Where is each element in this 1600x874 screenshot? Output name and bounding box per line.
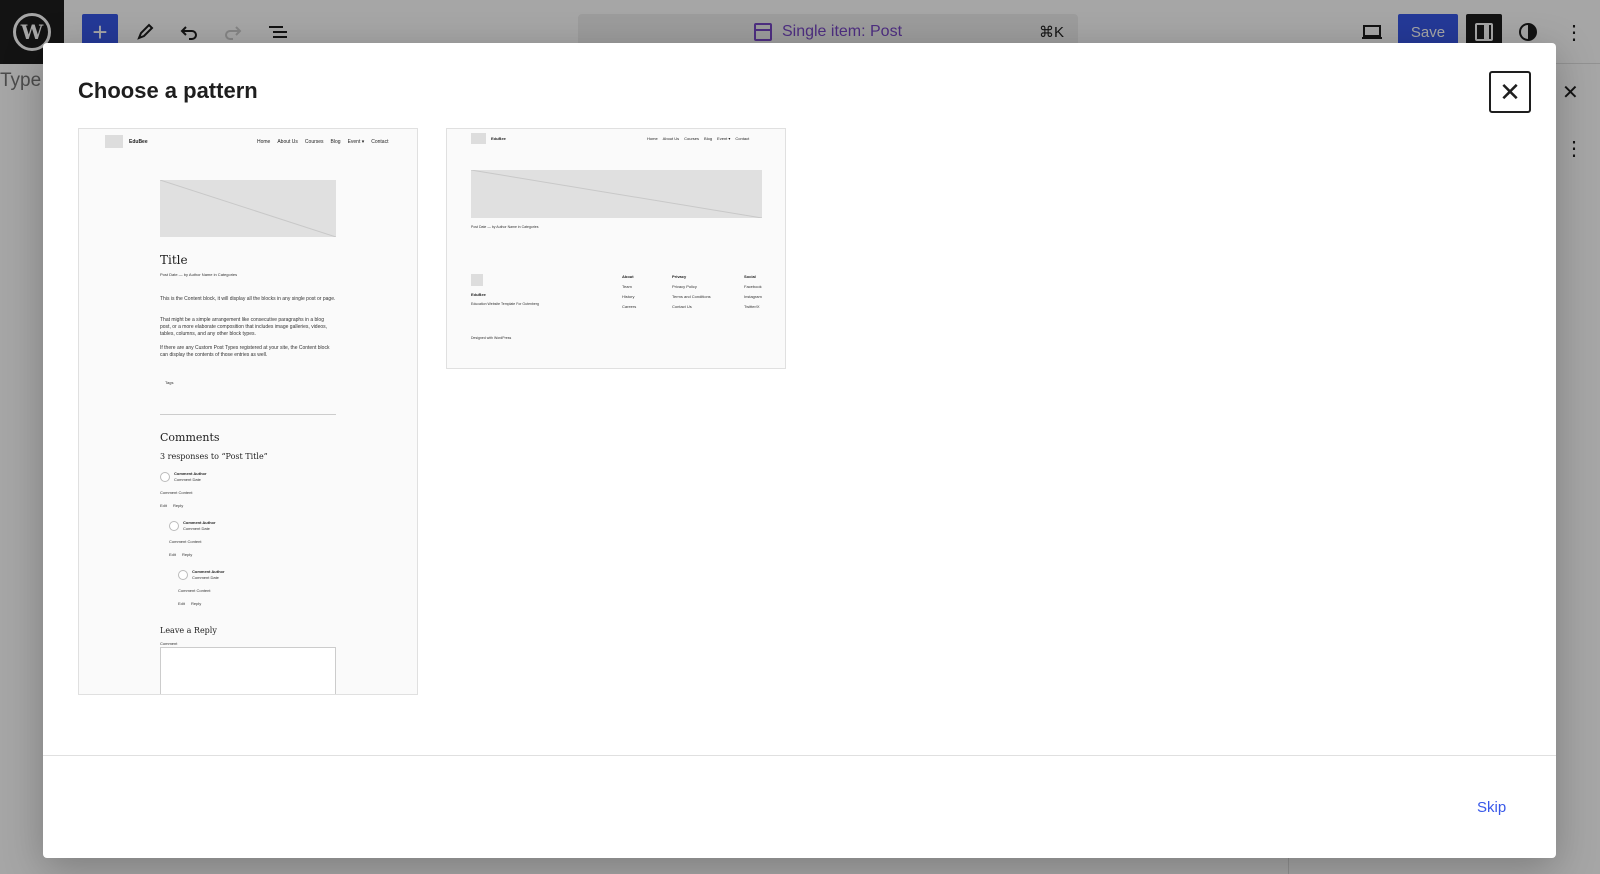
site-title: EduBee xyxy=(491,136,506,141)
modal-title: Choose a pattern xyxy=(78,78,258,103)
footer-column-heading: Social xyxy=(744,274,756,279)
content-paragraph: If there are any Custom Post Types regis… xyxy=(160,345,330,358)
comment-reply-link: Reply xyxy=(173,503,184,508)
comment-date: Comment Date xyxy=(183,526,210,531)
featured-image-placeholder xyxy=(160,180,336,237)
nav-item: About Us xyxy=(277,139,298,145)
avatar xyxy=(160,472,170,482)
close-icon: ✕ xyxy=(1499,76,1521,107)
leave-reply-heading: Leave a Reply xyxy=(160,626,217,635)
footer-link: Twitter/X xyxy=(744,304,760,309)
footer-credit: Designed with WordPress xyxy=(471,336,512,340)
post-meta: Post Date — by Author Name in Categories xyxy=(160,272,238,277)
avatar xyxy=(178,570,188,580)
footer-logo-placeholder xyxy=(471,274,483,286)
nav-item: Courses xyxy=(684,136,700,141)
comment-content: Comment Content xyxy=(169,539,202,544)
nav-item: Event ▾ xyxy=(717,136,731,141)
post-title: Title xyxy=(160,253,188,267)
footer-site-title: EduBee xyxy=(471,292,486,297)
footer-column-heading: Privacy xyxy=(672,274,687,279)
content-paragraph: That might be a simple arrangement like … xyxy=(160,317,328,337)
footer-link: Facebook xyxy=(744,284,762,289)
footer-link: Terms and Conditions xyxy=(672,294,711,299)
footer-link: Privacy Policy xyxy=(672,284,697,289)
content-paragraph: This is the Content block, it will displ… xyxy=(160,296,336,302)
site-navigation: Home About Us Courses Blog Event ▾ Conta… xyxy=(647,136,749,141)
nav-item: Contact xyxy=(371,139,389,145)
nav-item: About Us xyxy=(662,136,680,141)
footer-link: Contact Us xyxy=(672,304,692,309)
skip-button[interactable]: Skip xyxy=(1477,799,1506,816)
choose-pattern-modal: Choose a pattern ✕ EduBee Home About Us … xyxy=(43,43,1556,858)
comment-author: Comment Author xyxy=(192,569,225,574)
footer-column-social: Social Facebook Instagram Twitter/X xyxy=(744,274,762,314)
footer-link: Team xyxy=(622,284,632,289)
comment-content: Comment Content xyxy=(178,588,211,593)
comments-heading: Comments xyxy=(160,431,220,444)
comment-date: Comment Date xyxy=(192,575,219,580)
comment-edit-link: Edit xyxy=(169,552,176,557)
post-tags: Tags xyxy=(165,380,174,385)
separator xyxy=(160,414,336,415)
pattern-card-single-post[interactable]: EduBee Home About Us Courses Blog Event … xyxy=(78,128,418,695)
footer-link: Careers xyxy=(622,304,637,309)
footer-link: Instagram xyxy=(744,294,762,299)
modal-footer-divider xyxy=(43,755,1556,756)
footer-column-about: About Team History Careers xyxy=(622,274,636,314)
modal-close-button[interactable]: ✕ xyxy=(1489,71,1531,113)
nav-item: Blog xyxy=(330,139,341,145)
comment-textarea-preview xyxy=(160,647,336,694)
comment-content: Comment Content xyxy=(160,490,193,495)
nav-item: Contact xyxy=(735,136,750,141)
comment-date: Comment Date xyxy=(174,477,201,482)
nav-item: Courses xyxy=(304,139,324,145)
site-logo-placeholder xyxy=(471,133,486,144)
comment-reply-link: Reply xyxy=(191,601,202,606)
comment-reply-link: Reply xyxy=(182,552,193,557)
nav-item: Home xyxy=(257,139,271,145)
site-logo-placeholder xyxy=(105,135,123,148)
featured-image-placeholder xyxy=(471,170,762,218)
footer-tagline: Education Website Template For Gutenberg xyxy=(471,302,539,306)
comment-edit-link: Edit xyxy=(160,503,167,508)
nav-item: Event ▾ xyxy=(347,139,365,145)
comment-author: Comment Author xyxy=(183,520,216,525)
pattern-card-post-minimal[interactable]: EduBee Home About Us Courses Blog Event … xyxy=(446,128,786,369)
nav-item: Home xyxy=(647,136,658,141)
comments-count: 3 responses to “Post Title” xyxy=(160,452,268,461)
footer-column-heading: About xyxy=(622,274,634,279)
comment-author: Comment Author xyxy=(174,471,207,476)
footer-column-privacy: Privacy Privacy Policy Terms and Conditi… xyxy=(672,274,711,314)
footer-link: History xyxy=(622,294,635,299)
site-title: EduBee xyxy=(129,139,148,145)
comment-edit-link: Edit xyxy=(178,601,185,606)
comment-field-label: Comment xyxy=(160,641,178,646)
nav-item: Blog xyxy=(704,136,713,141)
site-navigation: Home About Us Courses Blog Event ▾ Conta… xyxy=(257,139,388,145)
avatar xyxy=(169,521,179,531)
post-meta: Post Date — by Author Name in Categories xyxy=(471,225,539,229)
